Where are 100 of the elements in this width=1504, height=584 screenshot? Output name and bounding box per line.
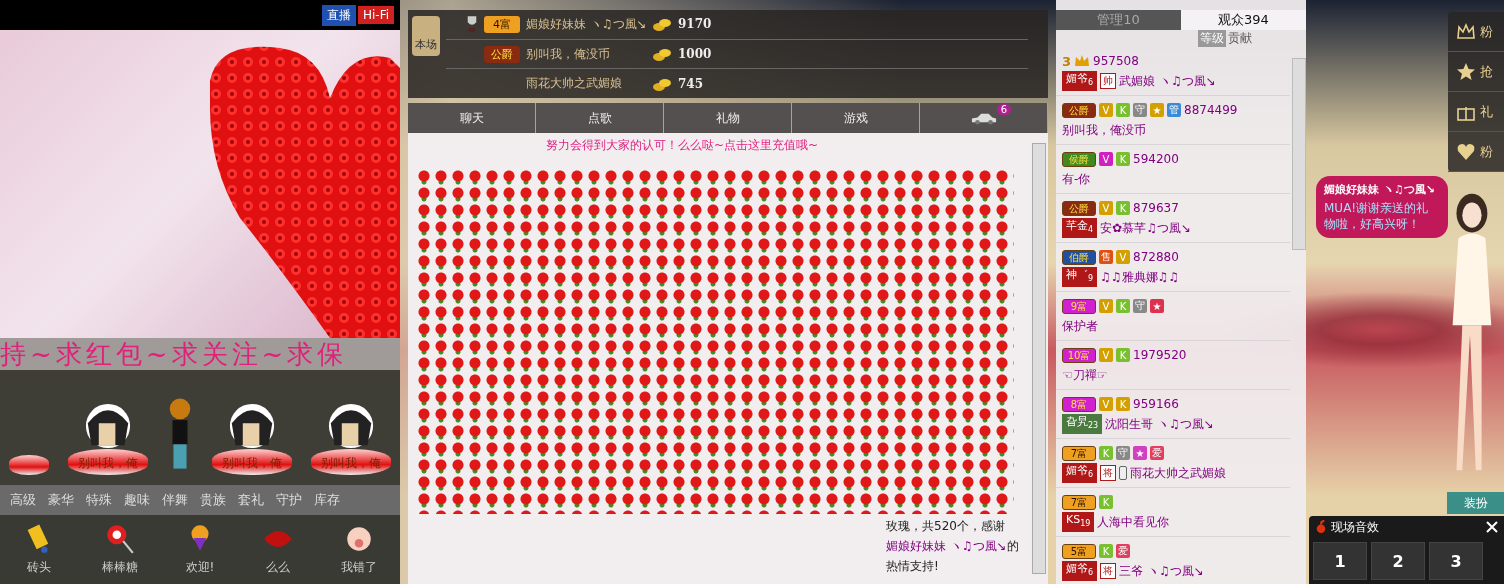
user-name[interactable]: 有-你 bbox=[1062, 170, 1091, 188]
gift-item[interactable]: 欢迎! bbox=[177, 522, 222, 577]
audience-tab[interactable]: 观众394 bbox=[1181, 10, 1306, 30]
notice-link[interactable]: 努力会得到大家的认可！么么哒~点击这里充值哦~ bbox=[416, 137, 1024, 154]
rank-badge: 公爵 bbox=[1062, 102, 1096, 118]
user-badge: 管 bbox=[1167, 103, 1181, 117]
user-name[interactable]: 保护者 bbox=[1062, 317, 1098, 335]
user-name[interactable]: 安✿慕芊♫つ風↘ bbox=[1100, 219, 1191, 237]
sound-key[interactable]: 2 bbox=[1371, 542, 1425, 580]
user-badge: 售 bbox=[1099, 250, 1113, 264]
side-menu-item[interactable]: 抢 bbox=[1448, 52, 1504, 92]
crown-icon bbox=[1074, 54, 1091, 68]
gift-tab[interactable]: 豪华 bbox=[42, 491, 80, 509]
scrollbar[interactable] bbox=[1032, 143, 1046, 574]
close-icon[interactable] bbox=[1486, 521, 1498, 533]
user-badge: 守 bbox=[1133, 299, 1147, 313]
gift-tab[interactable]: 趣味 bbox=[118, 491, 156, 509]
user-id[interactable]: 957508 bbox=[1093, 54, 1139, 68]
user-badge: K bbox=[1116, 348, 1130, 362]
user-name[interactable]: 别叫我，俺没币 bbox=[526, 45, 646, 63]
seat-name: 别叫我，俺 bbox=[320, 456, 381, 470]
title-tag: 神゛$_{9}$ bbox=[1062, 267, 1098, 287]
gift-item[interactable]: 么么 bbox=[256, 522, 301, 577]
side-menu-item[interactable]: 礼 bbox=[1448, 92, 1504, 132]
gift-tab[interactable]: 套礼 bbox=[232, 491, 270, 509]
title-tag: KS$_{19}$ bbox=[1062, 512, 1095, 532]
user-badge: ★ bbox=[1133, 446, 1147, 460]
gift-tab[interactable]: 库存 bbox=[308, 491, 346, 509]
user-name[interactable]: 雨花大帅之武媚娘 bbox=[1130, 464, 1227, 482]
heart-icon bbox=[1456, 141, 1476, 162]
chat-message: 玫瑰，共520个，感谢 媚娘好妹妹 ヽ♫つ風↘的热情支持! bbox=[885, 518, 1020, 575]
user-id[interactable]: 879637 bbox=[1133, 201, 1179, 215]
user-badge: ★ bbox=[1150, 103, 1164, 117]
gift-item[interactable]: 棒棒糖 bbox=[95, 522, 144, 577]
user-badge: 守 bbox=[1133, 103, 1147, 117]
gift-tab[interactable]: 伴舞 bbox=[156, 491, 194, 509]
count-badge: 6 bbox=[996, 104, 1011, 115]
user-name[interactable]: 武媚娘 ヽ♫つ風↘ bbox=[1119, 72, 1216, 90]
dress-up-button[interactable]: 装扮 bbox=[1447, 492, 1504, 514]
user-badge: V bbox=[1099, 397, 1113, 411]
gift-tab[interactable]: 贵族 bbox=[194, 491, 232, 509]
user-badge: ★ bbox=[1150, 299, 1164, 313]
user-name[interactable]: 媚娘好妹妹 ヽ♫つ風↘ bbox=[526, 15, 646, 33]
crown-icon bbox=[1456, 21, 1476, 42]
user-id[interactable]: 959166 bbox=[1133, 397, 1179, 411]
live-button[interactable]: 直播 bbox=[321, 4, 356, 26]
gift-item[interactable]: 砖头 bbox=[17, 522, 62, 577]
user-name[interactable]: 别叫我，俺没币 bbox=[1062, 121, 1146, 139]
hifi-button[interactable]: Hi-Fi bbox=[357, 6, 394, 24]
user-name[interactable]: 沈阳生哥 ヽ♫つ風↘ bbox=[1105, 415, 1214, 433]
user-badge: K bbox=[1116, 103, 1130, 117]
user-name[interactable]: ♫♫雅典娜♫♫ bbox=[1100, 268, 1180, 286]
user-badge: V bbox=[1099, 201, 1113, 215]
sound-key[interactable]: 3 bbox=[1429, 542, 1483, 580]
scrollbar[interactable] bbox=[1292, 58, 1306, 250]
title-tag: 媚爷$_{6}$ bbox=[1062, 71, 1098, 91]
user-badge: K bbox=[1099, 446, 1113, 460]
user-name[interactable]: 人海中看见你 bbox=[1097, 513, 1170, 531]
rank-badge: 7富 bbox=[1062, 494, 1096, 510]
sound-key[interactable]: 1 bbox=[1313, 542, 1367, 580]
coin-count: 1000 bbox=[678, 47, 712, 61]
user-id[interactable]: 8874499 bbox=[1184, 103, 1238, 117]
user-badge: K bbox=[1099, 495, 1113, 509]
title-tag: 媚爷$_{6}$ bbox=[1062, 561, 1098, 581]
car-icon bbox=[969, 111, 998, 125]
title-tag: 旮旯$_{23}$ bbox=[1062, 414, 1103, 434]
coins-icon bbox=[652, 46, 672, 62]
user-badge: 爱 bbox=[1150, 446, 1164, 460]
rank-badge: 伯爵 bbox=[1062, 249, 1096, 265]
user-badge: 爱 bbox=[1116, 544, 1130, 558]
sort-option[interactable]: 贡献 bbox=[1226, 30, 1254, 47]
user-badge: V bbox=[1116, 250, 1130, 264]
user-id[interactable]: 872880 bbox=[1133, 250, 1179, 264]
user-badge: K bbox=[1116, 299, 1130, 313]
user-badge: K bbox=[1116, 397, 1130, 411]
user-id[interactable]: 594200 bbox=[1133, 152, 1179, 166]
gift-tab[interactable]: 高级 bbox=[4, 491, 42, 509]
user-name[interactable]: 雨花大帅之武媚娘 bbox=[526, 75, 646, 93]
user-name[interactable]: ☜刀禪☞ bbox=[1062, 366, 1108, 384]
gift-tab[interactable]: 守护 bbox=[270, 491, 308, 509]
side-menu-item[interactable]: 粉 bbox=[1448, 132, 1504, 172]
sender-link[interactable]: 媚娘好妹妹 ヽ♫つ風↘ bbox=[886, 539, 1007, 553]
rank-badge: 侯爵 bbox=[1062, 151, 1096, 167]
ranking-tag-text: 本场 bbox=[415, 37, 437, 52]
bubble-text: MUA!谢谢亲送的礼物啦，好高兴呀！ bbox=[1324, 200, 1430, 232]
user-name[interactable]: 三爷 ヽ♫つ風↘ bbox=[1119, 562, 1204, 580]
rank-badge: 4富 bbox=[484, 15, 520, 33]
user-badge: K bbox=[1099, 544, 1113, 558]
user-badge: V bbox=[1099, 299, 1113, 313]
coin-count: 745 bbox=[678, 76, 704, 91]
side-menu-item[interactable]: 粉 bbox=[1448, 12, 1504, 52]
seat-name: 别叫我，俺 bbox=[222, 456, 283, 470]
gift-item[interactable]: 我错了 bbox=[334, 522, 383, 577]
user-id[interactable]: 1979520 bbox=[1133, 348, 1187, 362]
rank-badge: 5富 bbox=[1062, 543, 1096, 559]
rank-badge: 8富 bbox=[1062, 396, 1096, 412]
trophy-icon bbox=[466, 15, 478, 34]
gift-tab[interactable]: 特殊 bbox=[80, 491, 118, 509]
coin-count: 9170 bbox=[678, 17, 712, 32]
star-icon bbox=[1456, 61, 1476, 82]
